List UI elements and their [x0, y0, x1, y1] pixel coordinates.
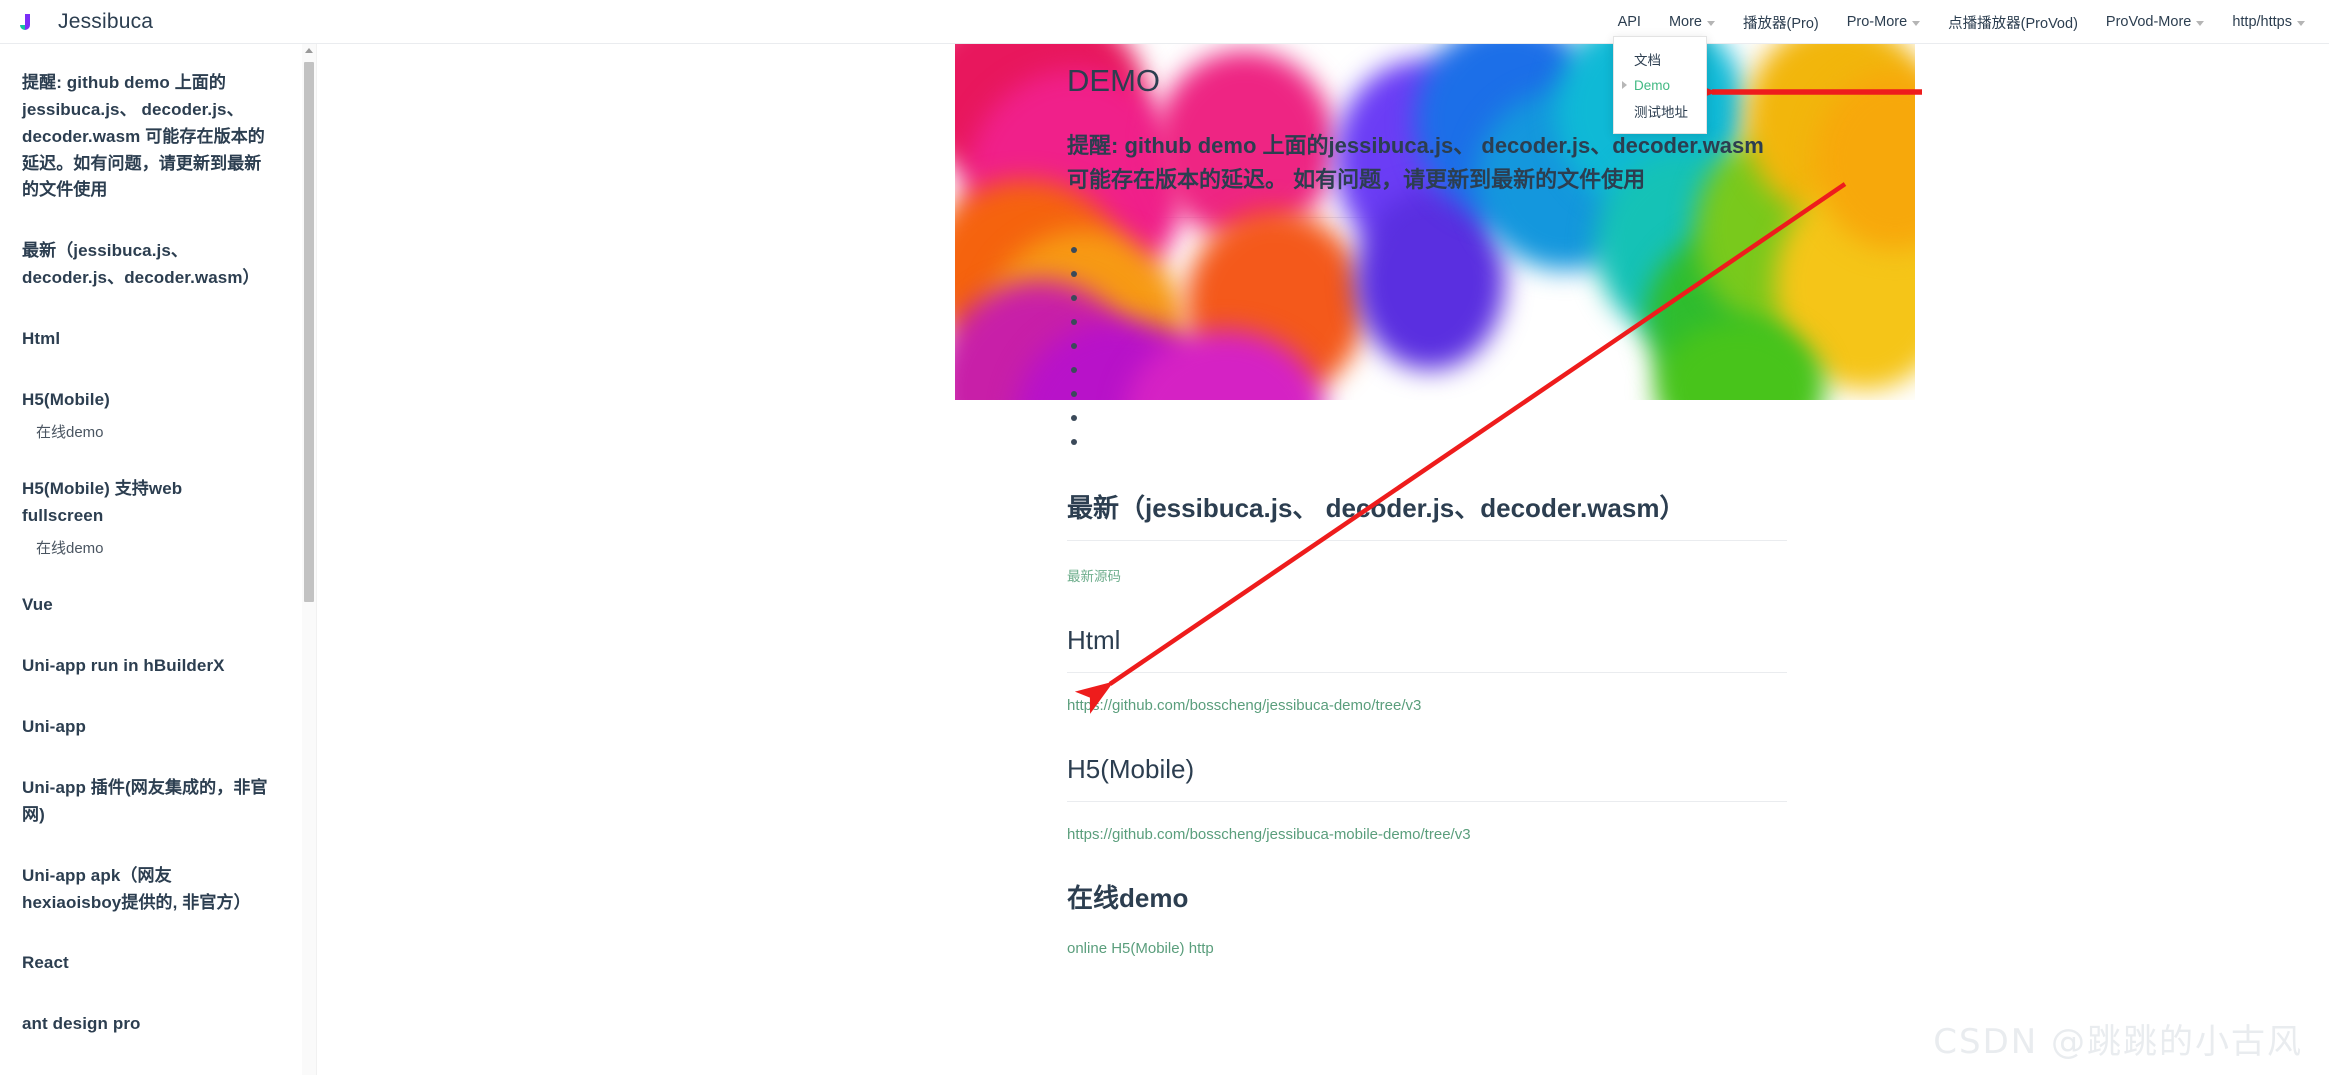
nav-item-http-https[interactable]: http/https — [2218, 0, 2319, 44]
list-item[interactable] — [1071, 358, 1787, 382]
brand[interactable]: Jessibuca — [18, 0, 153, 44]
section-heading-h5-mobile: H5(Mobile) — [1067, 753, 1195, 784]
sidebar-scrollbar[interactable] — [302, 44, 316, 1075]
nav-item-pro-more[interactable]: Pro-More — [1833, 0, 1934, 44]
nav-item-label: ProVod-More — [2105, 14, 2192, 30]
sidebar-item-h5-fullscreen[interactable]: H5(Mobile) 支持web fullscreen — [22, 476, 268, 530]
sidebar[interactable]: 提醒: github demo 上面的jessibuca.js、 decoder… — [0, 44, 316, 1075]
nav-item-label: 播放器(Pro) — [1743, 15, 1819, 32]
list-item[interactable] — [1071, 334, 1787, 358]
chevron-down-icon — [1912, 20, 1921, 26]
scroll-up-arrow-icon[interactable] — [305, 48, 313, 53]
nav-item-label: More — [1668, 14, 1702, 30]
browser-page: Jessibuca API More 播放器(Pro) Pro-More 点播播… — [0, 0, 2329, 1075]
chevron-down-icon — [2297, 20, 2305, 26]
link-jessibuca-demo-repo[interactable]: https://github.com/bosscheng/jessibuca-d… — [1067, 697, 1421, 714]
triangle-right-icon — [1622, 81, 1627, 89]
nav-item-provod-more[interactable]: ProVod-More — [2092, 0, 2218, 44]
list-item[interactable] — [1071, 262, 1787, 286]
sidebar-item-uniapp-apk[interactable]: Uni-app apk（网友hexiaoisboy提供的, 非官方） — [22, 863, 268, 917]
section-heading-html: Html — [1067, 625, 1121, 656]
list-item[interactable] — [1071, 406, 1787, 430]
nav-item-label: API — [1617, 14, 1641, 30]
sidebar-item-html[interactable]: Html — [22, 326, 268, 353]
link-jessibuca-mobile-demo-repo[interactable]: https://github.com/bosscheng/jessibuca-m… — [1067, 826, 1471, 843]
dropdown-item-test-url[interactable]: 测试地址 — [1614, 98, 1706, 124]
sidebar-item-uniapp-hbuilderx[interactable]: Uni-app run in hBuilderX — [22, 653, 268, 680]
section-heading-online-demo: 在线demo — [1067, 882, 1189, 913]
sidebar-list: 提醒: github demo 上面的jessibuca.js、 decoder… — [0, 44, 290, 1038]
scrollbar-thumb[interactable] — [304, 62, 314, 602]
list-item[interactable] — [1071, 310, 1787, 334]
more-dropdown-menu: 文档 Demo 测试地址 — [1613, 36, 1707, 134]
chevron-down-icon — [2196, 20, 2205, 26]
link-latest-source[interactable]: 最新源码 — [1067, 565, 1121, 585]
link-online-h5-mobile-http[interactable]: online H5(Mobile) http — [1067, 940, 1214, 957]
divider — [1067, 217, 1787, 219]
sidebar-item-reminder[interactable]: 提醒: github demo 上面的jessibuca.js、 decoder… — [22, 70, 268, 204]
jessibuca-logo-icon — [18, 9, 44, 35]
divider — [1067, 540, 1787, 542]
list-item[interactable] — [1071, 430, 1787, 454]
sidebar-subitem-online-demo-2[interactable]: 在线demo — [36, 538, 268, 561]
sidebar-subitem-online-demo[interactable]: 在线demo — [36, 422, 268, 445]
nav-item-player-pro[interactable]: 播放器(Pro) — [1729, 0, 1833, 44]
nav-item-label: 点播播放器(ProVod) — [1948, 15, 2078, 32]
sidebar-item-uniapp-plugin[interactable]: Uni-app 插件(网友集成的，非官网) — [22, 775, 268, 829]
brand-title: Jessibuca — [58, 10, 154, 33]
list-item[interactable] — [1071, 238, 1787, 262]
csdn-watermark: CSDN @跳跳的小古风 — [1933, 1022, 2303, 1062]
chevron-down-icon — [1707, 20, 1715, 26]
dropdown-item-label: 文档 — [1634, 53, 1661, 68]
sidebar-item-vue[interactable]: Vue — [22, 592, 268, 619]
dropdown-item-label: Demo — [1634, 77, 1671, 93]
nav-item-label: Pro-More — [1846, 14, 1908, 30]
sidebar-item-ant-design-pro[interactable]: ant design pro — [22, 1011, 268, 1038]
reminder-text: 提醒: github demo 上面的jessibuca.js、 decoder… — [1067, 133, 1764, 193]
sidebar-item-latest[interactable]: 最新（jessibuca.js、decoder.js、decoder.wasm） — [22, 238, 268, 292]
site-header: Jessibuca API More 播放器(Pro) Pro-More 点播播… — [0, 0, 2329, 44]
nav-item-provod-player[interactable]: 点播播放器(ProVod) — [1934, 0, 2092, 44]
dropdown-item-docs[interactable]: 文档 — [1614, 46, 1706, 72]
sidebar-item-react[interactable]: React — [22, 950, 268, 977]
list-item[interactable] — [1071, 382, 1787, 406]
dropdown-item-label: 测试地址 — [1634, 105, 1688, 120]
divider — [1067, 671, 1787, 673]
main-content: DEMO 提醒: github demo 上面的jessibuca.js、 de… — [317, 44, 2329, 1075]
nav-item-label: http/https — [2232, 14, 2292, 30]
list-item[interactable] — [1071, 286, 1787, 310]
sidebar-item-uniapp[interactable]: Uni-app — [22, 714, 268, 741]
article: DEMO 提醒: github demo 上面的jessibuca.js、 de… — [1067, 44, 1787, 958]
demo-bullet-list — [1067, 238, 1787, 454]
dropdown-item-demo[interactable]: Demo — [1614, 72, 1706, 98]
divider — [1067, 800, 1787, 802]
sidebar-item-h5-mobile[interactable]: H5(Mobile) — [22, 387, 268, 414]
main-nav: API More 播放器(Pro) Pro-More 点播播放器(ProVod)… — [1604, 0, 2319, 44]
section-heading-latest: 最新（jessibuca.js、 decoder.js、decoder.wasm… — [1067, 493, 1686, 524]
